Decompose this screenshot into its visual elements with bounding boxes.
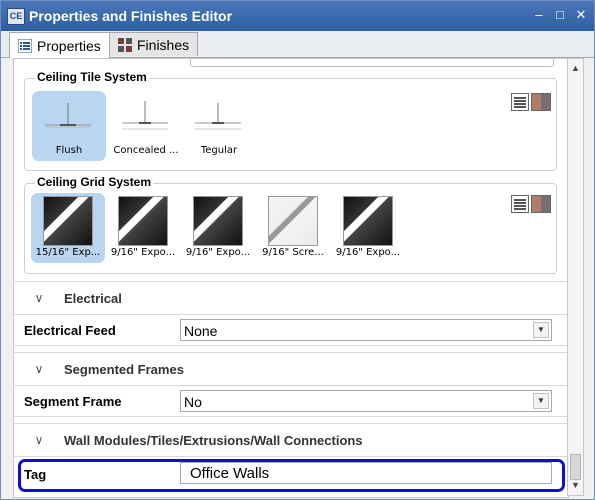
properties-panel: Ceiling Tile System Flush Concealed ... …: [13, 58, 569, 498]
tab-properties[interactable]: Properties: [9, 32, 110, 58]
grid-option-label: 9/16" Expo...: [185, 247, 251, 258]
properties-finishes-window: CE Properties and Finishes Editor – □ ✕ …: [0, 0, 595, 500]
view-toggle-icon[interactable]: [511, 195, 551, 213]
row-segment-frame: Segment Frame No ▼: [14, 386, 568, 417]
ceiling-tile-system-title: Ceiling Tile System: [35, 70, 149, 84]
ceiling-tile-system-group: Ceiling Tile System Flush Concealed ... …: [24, 70, 557, 171]
tile-option-flush[interactable]: Flush: [32, 91, 106, 161]
dropdown-arrow-icon[interactable]: ▼: [533, 322, 549, 338]
properties-icon: [17, 38, 33, 53]
ceiling-grid-system-title: Ceiling Grid System: [35, 175, 154, 189]
grid-option-label: 15/16" Exp...: [35, 247, 101, 258]
section-wall-modules-label: Wall Modules/Tiles/Extrusions/Wall Conne…: [64, 432, 363, 448]
app-icon: CE: [7, 8, 25, 25]
grid-4-image: [268, 196, 318, 246]
close-button[interactable]: ✕: [573, 7, 589, 23]
section-segmented-frames[interactable]: ∨ Segmented Frames: [14, 352, 568, 386]
tab-bar: Properties Finishes: [1, 31, 594, 58]
tegular-tile-icon: [195, 103, 241, 130]
segment-frame-label: Segment Frame: [24, 394, 122, 409]
minimize-button[interactable]: –: [531, 7, 547, 23]
tag-highlight-box: [18, 459, 565, 492]
grid-option-3[interactable]: 9/16" Expo...: [181, 193, 255, 263]
tile-option-concealed[interactable]: Concealed ...: [109, 91, 183, 161]
chevron-down-icon: ∨: [34, 433, 44, 447]
grid-option-5[interactable]: 9/16" Expo...: [331, 193, 405, 263]
scroll-down-icon[interactable]: ▼: [568, 478, 583, 493]
chevron-down-icon: ∨: [34, 362, 44, 376]
grid-option-label: 9/16" Expo...: [335, 247, 401, 258]
vertical-scrollbar[interactable]: ▲ ▼: [567, 58, 584, 496]
scroll-up-icon[interactable]: ▲: [568, 61, 583, 76]
segment-frame-select[interactable]: No ▼: [180, 390, 552, 412]
tab-finishes-label: Finishes: [137, 36, 190, 53]
flush-tile-icon: [45, 103, 91, 128]
grid-option-1[interactable]: 15/16" Exp...: [31, 193, 105, 263]
section-wall-modules[interactable]: ∨ Wall Modules/Tiles/Extrusions/Wall Con…: [14, 423, 568, 457]
grid-option-label: 9/16" Expo...: [110, 247, 176, 258]
tab-finishes[interactable]: Finishes: [109, 32, 199, 56]
restore-button[interactable]: □: [552, 7, 568, 23]
grid-option-4[interactable]: 9/16" Scre...: [256, 193, 330, 263]
grid-option-2[interactable]: 9/16" Expo...: [106, 193, 180, 263]
grid-option-label: 9/16" Scre...: [262, 247, 324, 258]
finishes-icon: [118, 37, 132, 52]
partial-dropdown[interactable]: [190, 59, 554, 67]
chevron-down-icon: ∨: [34, 291, 44, 305]
section-electrical[interactable]: ∨ Electrical: [14, 281, 568, 315]
segment-frame-value: No: [184, 394, 202, 410]
tile-option-label: Concealed ...: [113, 145, 179, 156]
view-toggle-icon[interactable]: [511, 93, 551, 111]
electrical-feed-value: None: [184, 323, 218, 339]
tile-option-tegular[interactable]: Tegular: [182, 91, 256, 161]
dropdown-arrow-icon[interactable]: ▼: [533, 393, 549, 409]
ceiling-grid-system-group: Ceiling Grid System 15/16" Exp... 9/16" …: [24, 175, 557, 274]
title-bar[interactable]: CE Properties and Finishes Editor – □ ✕: [1, 1, 594, 31]
window-title: Properties and Finishes Editor: [29, 8, 233, 24]
grid-1-image: [43, 196, 93, 246]
concealed-tile-icon: [122, 101, 168, 130]
tile-option-label: Flush: [55, 145, 83, 156]
scroll-thumb[interactable]: [570, 454, 581, 480]
section-segmented-frames-label: Segmented Frames: [64, 361, 184, 377]
electrical-feed-select[interactable]: None ▼: [180, 319, 552, 341]
electrical-feed-label: Electrical Feed: [24, 323, 116, 338]
grid-3-image: [193, 196, 243, 246]
section-electrical-label: Electrical: [64, 290, 122, 306]
grid-5-image: [343, 196, 393, 246]
grid-2-image: [118, 196, 168, 246]
tab-properties-label: Properties: [37, 37, 101, 54]
tile-option-label: Tegular: [200, 145, 238, 156]
row-electrical-feed: Electrical Feed None ▼: [14, 315, 568, 346]
